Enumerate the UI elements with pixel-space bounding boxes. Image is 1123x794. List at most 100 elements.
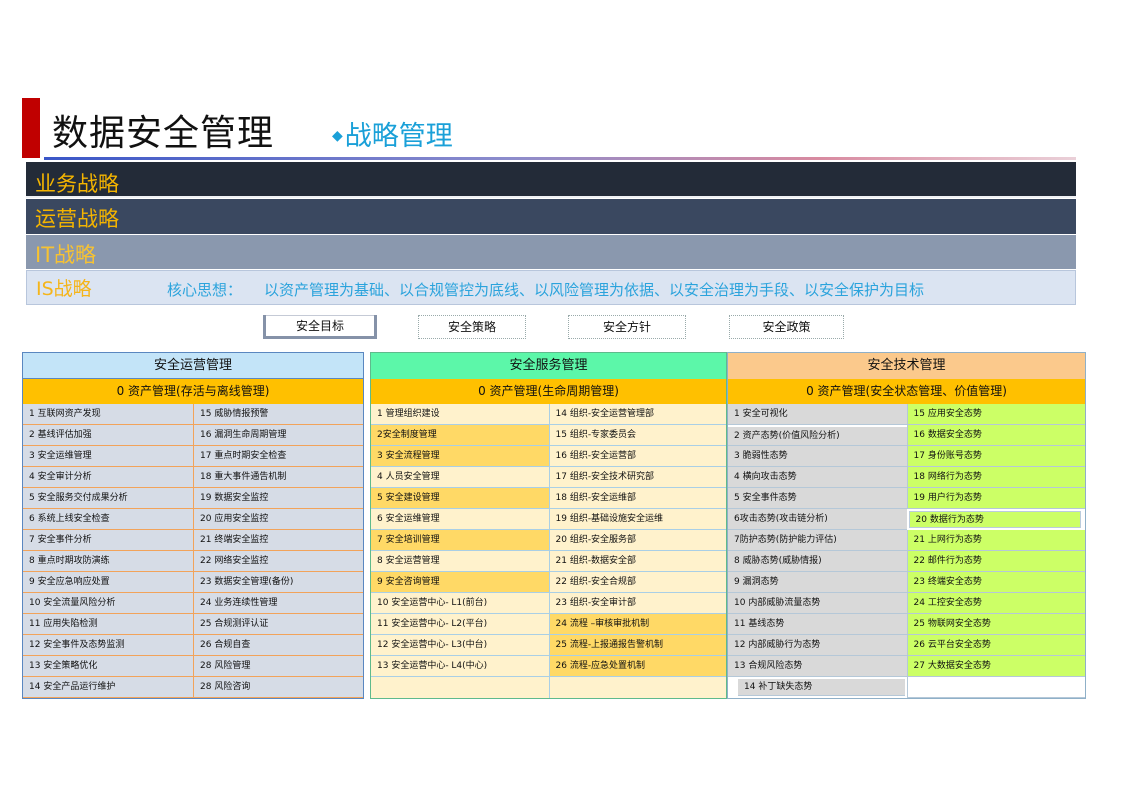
list-item: 27 大数据安全态势 <box>906 656 1085 677</box>
list-item: 23 终端安全态势 <box>906 572 1085 593</box>
tab-security-goals[interactable]: 安全目标 <box>263 315 377 339</box>
list-item: 5 安全事件态势 <box>728 488 907 509</box>
panel-subtitle: 0 资产管理(存活与离线管理) <box>23 379 363 404</box>
service-management-panel: 安全服务管理 0 资产管理(生命周期管理) 1 管理组织建设 14 组织-安全运营… <box>370 352 727 699</box>
list-item: 20 应用安全监控 <box>193 509 363 530</box>
list-item: 4 人员安全管理 <box>371 467 549 488</box>
tab-security-strategy[interactable]: 安全策略 <box>418 315 526 339</box>
list-item: 18 组织-安全运维部 <box>548 488 726 509</box>
list-item: 14 补丁缺失态势 <box>738 679 905 696</box>
list-item: 11 基线态势 <box>728 614 907 635</box>
list-item: 26 云平台安全态势 <box>906 635 1085 656</box>
diamond-icon: ◆ <box>332 128 343 144</box>
band-label: IT战略 <box>35 243 97 267</box>
list-item <box>371 677 549 698</box>
list-item: 24 工控安全态势 <box>906 593 1085 614</box>
list-item: 10 安全运营中心- L1(前台) <box>371 593 549 614</box>
list-item: 26 合规自查 <box>193 635 363 656</box>
tab-security-policy[interactable]: 安全政策 <box>729 315 844 339</box>
list-item: 7防护态势(防护能力评估) <box>728 530 907 551</box>
panel-title: 安全技术管理 <box>728 353 1085 379</box>
list-item: 12 内部威胁行为态势 <box>728 635 907 656</box>
list-item: 24 流程 –审核审批机制 <box>548 614 726 635</box>
list-item: 21 上网行为态势 <box>906 530 1085 551</box>
list-item: 14 组织-安全运营管理部 <box>548 404 726 425</box>
list-item <box>906 677 1085 698</box>
list-item: 11 安全运营中心- L2(平台) <box>371 614 549 635</box>
list-item: 17 重点时期安全检查 <box>193 446 363 467</box>
list-item: 6攻击态势(攻击链分析) <box>728 509 907 530</box>
list-item: 17 组织-安全技术研究部 <box>548 467 726 488</box>
list-item: 22 邮件行为态势 <box>906 551 1085 572</box>
core-idea-label: 核心思想： <box>167 281 243 299</box>
list-item: 2 基线评估加强 <box>23 425 193 446</box>
header-divider <box>44 157 1076 160</box>
band-is-strategy: IS战略 核心思想： 以资产管理为基础、以合规管控为底线、以风险管理为依据、以安全… <box>26 270 1076 305</box>
title-accent-bar <box>22 98 40 158</box>
ops-grid: 1 互联网资产发现 15 威胁情报预警 2 基线评估加强 16 漏洞生命周期管理 3 安… <box>23 404 363 698</box>
list-item: 21 组织-数据安全部 <box>548 551 726 572</box>
list-item: 1 互联网资产发现 <box>23 404 193 425</box>
list-item: 9 漏洞态势 <box>728 572 907 593</box>
list-item: 18 重大事件通告机制 <box>193 467 363 488</box>
list-item: 4 安全审计分析 <box>23 467 193 488</box>
list-item: 17 身份账号态势 <box>906 446 1085 467</box>
band-it-strategy: IT战略 <box>26 235 1076 269</box>
list-item: 9 安全应急响应处置 <box>23 572 193 593</box>
list-item: 23 组织-安全审计部 <box>548 593 726 614</box>
list-item: 8 重点时期攻防演练 <box>23 551 193 572</box>
core-idea-text: 以资产管理为基础、以合规管控为底线、以风险管理为依据、以安全治理为手段、以安全保… <box>264 281 925 299</box>
list-item: 11 应用失陷检测 <box>23 614 193 635</box>
list-item: 1 管理组织建设 <box>371 404 549 425</box>
tab-security-guideline[interactable]: 安全方针 <box>568 315 686 339</box>
list-item: 22 网络安全监控 <box>193 551 363 572</box>
list-item: 7 安全事件分析 <box>23 530 193 551</box>
ops-management-panel: 安全运营管理 0 资产管理(存活与离线管理) 1 互联网资产发现 15 威胁情报预… <box>22 352 364 699</box>
list-item: 24 业务连续性管理 <box>193 593 363 614</box>
list-item: 1 安全可视化 <box>728 404 907 425</box>
list-item: 18 网络行为态势 <box>906 467 1085 488</box>
page-title: 数据安全管理 <box>52 113 275 154</box>
page-subtitle: ◆战略管理 <box>332 114 453 153</box>
list-item: 21 终端安全监控 <box>193 530 363 551</box>
list-item: 2 资产态势(价值风险分析) <box>728 427 907 446</box>
band-business-strategy: 业务战略 <box>26 162 1076 198</box>
list-item: 19 数据安全监控 <box>193 488 363 509</box>
service-grid: 1 管理组织建设 14 组织-安全运营管理部 2安全制度管理 15 组织-专家委员会 3… <box>371 404 726 698</box>
list-item: 12 安全事件及态势监测 <box>23 635 193 656</box>
list-item: 9 安全咨询管理 <box>371 572 549 593</box>
list-item: 7 安全培训管理 <box>371 530 549 551</box>
panel-title: 安全服务管理 <box>371 353 726 379</box>
band-label: 运营战略 <box>35 207 119 231</box>
list-item: 3 安全运维管理 <box>23 446 193 467</box>
list-item: 8 安全运营管理 <box>371 551 549 572</box>
list-item: 20 数据行为态势 <box>908 511 1081 528</box>
list-item: 13 合规风险态势 <box>728 656 907 677</box>
list-item: 25 合规测评认证 <box>193 614 363 635</box>
tech-management-panel: 安全技术管理 0 资产管理(安全状态管理、价值管理) 1 安全可视化 15 应用安… <box>727 352 1086 699</box>
list-item: 4 横向攻击态势 <box>728 467 907 488</box>
list-item: 15 威胁情报预警 <box>193 404 363 425</box>
list-item: 16 数据安全态势 <box>906 425 1085 446</box>
list-item: 10 内部威胁流量态势 <box>728 593 907 614</box>
list-item: 3 脆弱性态势 <box>728 446 907 467</box>
panel-subtitle: 0 资产管理(安全状态管理、价值管理) <box>728 379 1085 404</box>
list-item: 6 系统上线安全检查 <box>23 509 193 530</box>
list-item <box>548 677 726 698</box>
band-label: 业务战略 <box>35 172 119 196</box>
list-item: 19 用户行为态势 <box>906 488 1085 509</box>
list-item: 15 应用安全态势 <box>906 404 1085 425</box>
list-item: 14 安全产品运行维护 <box>23 677 193 698</box>
list-item: 25 流程-上报通报告警机制 <box>548 635 726 656</box>
list-item: 19 组织-基础设施安全运维 <box>548 509 726 530</box>
list-item: 22 组织-安全合规部 <box>548 572 726 593</box>
list-item: 12 安全运营中心- L3(中台) <box>371 635 549 656</box>
core-idea: 核心思想： 以资产管理为基础、以合规管控为底线、以风险管理为依据、以安全治理为手段… <box>167 279 924 300</box>
list-item: 16 组织-安全运营部 <box>548 446 726 467</box>
band-operations-strategy: 运营战略 <box>26 199 1076 234</box>
list-item: 25 物联网安全态势 <box>906 614 1085 635</box>
list-item: 3 安全流程管理 <box>371 446 549 467</box>
list-item: 28 风险管理 <box>193 656 363 677</box>
list-item: 23 数据安全管理(备份) <box>193 572 363 593</box>
tech-grid: 1 安全可视化 15 应用安全态势 2 资产态势(价值风险分析) 16 数据安全态势 3… <box>728 404 1085 698</box>
